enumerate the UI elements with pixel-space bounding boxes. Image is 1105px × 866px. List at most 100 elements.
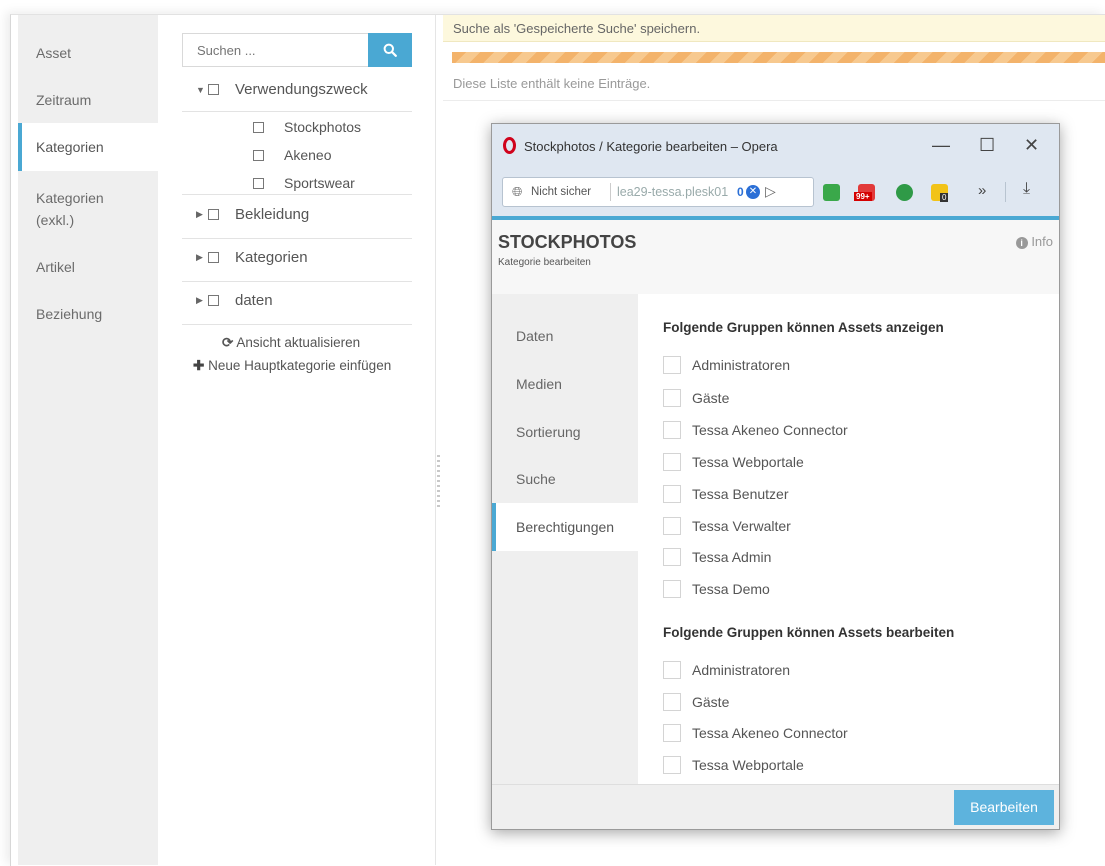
tree-child-checkbox[interactable] <box>253 177 264 189</box>
tree-node-checkbox[interactable] <box>208 252 219 263</box>
nav-item-zeitraum[interactable]: Zeitraum <box>18 86 158 114</box>
perm-label: Tessa Verwalter <box>692 518 791 534</box>
url-badge-count: 0 <box>737 185 744 199</box>
perm-view-administratoren[interactable]: Administratoren <box>663 356 790 374</box>
tree-node-verwendungszweck[interactable]: ▼ Verwendungszweck <box>196 81 368 98</box>
checkbox[interactable] <box>663 693 681 711</box>
checkbox[interactable] <box>663 356 681 374</box>
tree-node-bekleidung[interactable]: ▶ Bekleidung <box>196 206 309 223</box>
nav-item-artikel[interactable]: Artikel <box>18 253 158 281</box>
dialog-header: STOCKPHOTOS Kategorie bearbeiten i Info <box>492 220 1059 295</box>
panel-resize-handle[interactable] <box>437 455 440 510</box>
caret-right-icon[interactable]: ▶ <box>196 295 208 306</box>
caret-right-icon[interactable]: ▶ <box>196 209 208 220</box>
perm-view-benutzer[interactable]: Tessa Benutzer <box>663 485 789 503</box>
extension-green-icon[interactable] <box>896 184 913 201</box>
nav-item-kategorien[interactable]: Kategorien <box>18 123 158 171</box>
send-icon[interactable]: ▷ <box>765 183 776 200</box>
caret-right-icon[interactable]: ▶ <box>196 252 208 263</box>
nav-item-beziehung[interactable]: Beziehung <box>18 300 158 328</box>
perm-view-verwalter[interactable]: Tessa Verwalter <box>663 517 791 535</box>
tree-child-sportswear[interactable]: Sportswear <box>253 175 355 191</box>
perm-edit-gaeste[interactable]: Gäste <box>663 693 729 711</box>
url-field[interactable]: 🌐︎ Nicht sicher lea29-tessa.plesk01 0 ✕ … <box>502 177 814 207</box>
perm-view-webportale[interactable]: Tessa Webportale <box>663 453 804 471</box>
loading-progress-bar <box>452 52 1105 63</box>
perm-label: Administratoren <box>692 662 791 678</box>
checkbox[interactable] <box>663 517 681 535</box>
tab-medien[interactable]: Medien <box>492 360 638 408</box>
perm-view-admin[interactable]: Tessa Admin <box>663 548 771 566</box>
refresh-view-label: Ansicht aktualisieren <box>236 335 361 350</box>
tree-child-checkbox[interactable] <box>253 121 264 133</box>
tree-node-daten[interactable]: ▶ daten <box>196 292 273 309</box>
perm-label: Tessa Admin <box>692 549 772 565</box>
tab-daten[interactable]: Daten <box>492 312 638 360</box>
checkbox[interactable] <box>663 485 681 503</box>
save-search-banner[interactable]: Suche als 'Gespeicherte Suche' speichern… <box>443 15 1105 42</box>
nav-item-kategorien-exkl[interactable]: Kategorien (exkl.) <box>18 187 136 231</box>
checkbox[interactable] <box>663 389 681 407</box>
permissions-content: Folgende Gruppen können Assets anzeigen … <box>638 294 1059 784</box>
refresh-view-link[interactable]: ⟳ Ansicht aktualisieren <box>222 335 360 351</box>
privacy-badge-icon[interactable]: ✕ <box>746 185 760 199</box>
opera-logo-icon <box>503 137 516 154</box>
folder-badge: 0 <box>940 193 949 202</box>
edit-button[interactable]: Bearbeiten <box>954 790 1054 825</box>
perm-edit-administratoren[interactable]: Administratoren <box>663 661 790 679</box>
checkbox[interactable] <box>663 548 681 566</box>
tree-node-checkbox[interactable] <box>208 209 219 220</box>
plus-icon: ✚ <box>193 358 205 373</box>
section-title-edit: Folgende Gruppen können Assets bearbeite… <box>663 625 955 640</box>
perm-label: Tessa Benutzer <box>692 486 789 502</box>
add-root-category-link[interactable]: ✚ Neue Hauptkategorie einfügen <box>193 358 391 374</box>
search-icon <box>383 43 397 57</box>
tree-child-label: Sportswear <box>284 175 355 191</box>
tab-berechtigungen[interactable]: Berechtigungen <box>492 503 638 551</box>
extension-folder-icon[interactable]: 0 <box>931 184 949 202</box>
window-titlebar[interactable]: Stockphotos / Kategorie bearbeiten – Ope… <box>492 124 1059 170</box>
category-tree-panel: ▼ Verwendungszweck Stockphotos Akeneo Sp… <box>158 15 436 865</box>
perm-edit-webportale[interactable]: Tessa Webportale <box>663 756 804 774</box>
checkbox[interactable] <box>663 724 681 742</box>
perm-view-akeneo-connector[interactable]: Tessa Akeneo Connector <box>663 421 848 439</box>
tree-node-label: Verwendungszweck <box>235 81 368 98</box>
tree-node-kategorien[interactable]: ▶ Kategorien <box>196 249 308 266</box>
add-root-category-label: Neue Hauptkategorie einfügen <box>208 358 392 373</box>
close-icon[interactable]: ✕ <box>1024 135 1039 156</box>
extension-mail-icon[interactable]: 99+ <box>854 184 875 201</box>
empty-list-message: Diese Liste enthält keine Einträge. <box>453 76 651 91</box>
checkbox[interactable] <box>663 580 681 598</box>
dialog-title: STOCKPHOTOS <box>498 232 637 252</box>
checkbox[interactable] <box>663 421 681 439</box>
tree-child-stockphotos[interactable]: Stockphotos <box>253 119 361 135</box>
field-divider <box>610 183 611 201</box>
tree-node: ▶ daten <box>182 281 412 325</box>
perm-edit-akeneo-connector[interactable]: Tessa Akeneo Connector <box>663 724 848 742</box>
tree-child-checkbox[interactable] <box>253 149 264 161</box>
perm-view-gaeste[interactable]: Gäste <box>663 389 729 407</box>
tree-node-checkbox[interactable] <box>208 84 219 95</box>
checkbox[interactable] <box>663 661 681 679</box>
download-icon[interactable]: ⤓ <box>1023 180 1030 198</box>
more-extensions-icon[interactable]: » <box>978 182 986 199</box>
caret-down-icon[interactable]: ▼ <box>196 85 208 95</box>
perm-label: Administratoren <box>692 357 791 373</box>
edit-category-window: Stockphotos / Kategorie bearbeiten – Ope… <box>491 123 1060 830</box>
perm-view-demo[interactable]: Tessa Demo <box>663 580 770 598</box>
search-button[interactable] <box>368 33 412 67</box>
minimize-icon[interactable]: — <box>932 135 950 156</box>
extension-robot-icon[interactable] <box>823 184 840 201</box>
tab-sortierung[interactable]: Sortierung <box>492 408 638 456</box>
nav-item-asset[interactable]: Asset <box>18 39 158 67</box>
tab-suche[interactable]: Suche <box>492 455 638 503</box>
perm-label: Gäste <box>692 694 730 710</box>
checkbox[interactable] <box>663 453 681 471</box>
tree-child-akeneo[interactable]: Akeneo <box>253 147 331 163</box>
maximize-icon[interactable]: ☐ <box>979 135 995 156</box>
category-search-input[interactable] <box>182 33 370 67</box>
security-label: Nicht sicher <box>531 186 592 198</box>
tree-node-checkbox[interactable] <box>208 295 219 306</box>
info-link[interactable]: i Info <box>1015 234 1053 249</box>
checkbox[interactable] <box>663 756 681 774</box>
